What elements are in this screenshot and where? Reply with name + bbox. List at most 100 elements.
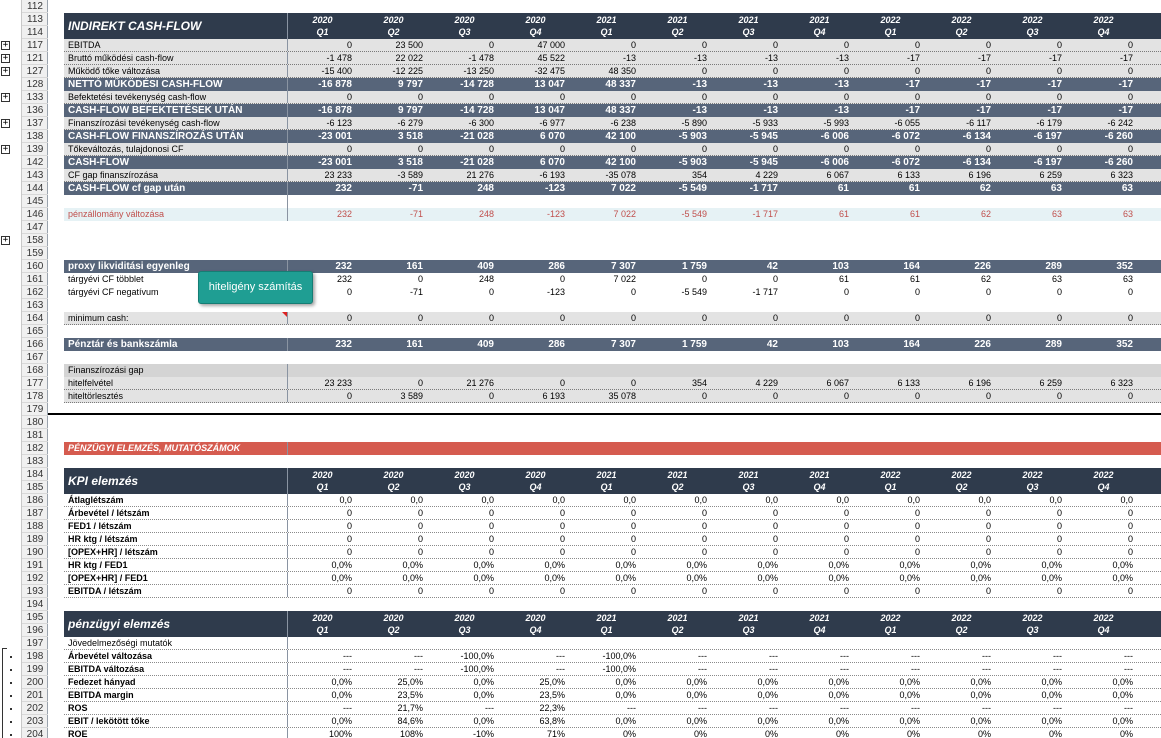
value-cell[interactable]: 0,0% xyxy=(855,676,920,688)
value-cell[interactable]: --- xyxy=(997,702,1062,714)
row-label[interactable]: [OPEX+HR] / létszám xyxy=(68,546,285,558)
value-cell[interactable]: -17 xyxy=(1068,78,1133,91)
value-cell[interactable]: 0,0% xyxy=(997,559,1062,571)
row-label[interactable]: EBITDA / létszám xyxy=(68,585,285,597)
row-header[interactable]: 162 xyxy=(22,286,48,299)
value-cell[interactable]: 0,0% xyxy=(429,715,494,727)
row-label[interactable]: Finanszírozási tevékenység cash-flow xyxy=(68,117,285,129)
value-cell[interactable]: 0,0 xyxy=(571,494,636,506)
row-header[interactable]: 159 xyxy=(22,247,48,260)
value-cell[interactable]: 352 xyxy=(1068,338,1133,351)
value-cell[interactable]: -5 945 xyxy=(713,156,778,169)
value-cell[interactable]: 0 xyxy=(713,507,778,519)
value-cell[interactable]: 0,0% xyxy=(642,715,707,727)
value-cell[interactable]: -6 279 xyxy=(358,117,423,129)
value-cell[interactable]: 0% xyxy=(1068,728,1133,738)
value-cell[interactable]: 0 xyxy=(855,390,920,402)
value-cell[interactable]: 22 022 xyxy=(358,52,423,64)
value-cell[interactable]: 6 133 xyxy=(855,377,920,389)
value-cell[interactable]: -13 xyxy=(784,52,849,64)
row-header[interactable]: 177 xyxy=(22,377,48,390)
value-cell[interactable]: 0,0 xyxy=(926,494,991,506)
row-header[interactable]: 142 xyxy=(22,156,48,169)
row-label[interactable] xyxy=(68,195,285,208)
value-cell[interactable]: 6 070 xyxy=(500,156,565,169)
row-header[interactable]: 136 xyxy=(22,104,48,117)
value-cell[interactable]: -6 193 xyxy=(500,169,565,181)
value-cell[interactable]: 61 xyxy=(855,208,920,221)
row-header[interactable]: 196 xyxy=(22,624,48,637)
value-cell[interactable]: 3 589 xyxy=(358,390,423,402)
value-cell[interactable]: 0 xyxy=(500,533,565,545)
row-header[interactable]: 144 xyxy=(22,182,48,195)
value-cell[interactable]: 248 xyxy=(429,182,494,195)
outline-expand-button[interactable]: + xyxy=(1,67,10,76)
value-cell[interactable]: 0 xyxy=(713,585,778,597)
value-cell[interactable]: -13 xyxy=(784,78,849,91)
value-cell[interactable]: 164 xyxy=(855,260,920,273)
value-cell[interactable]: 0,0% xyxy=(642,559,707,571)
row-header[interactable]: 168 xyxy=(22,364,48,377)
value-cell[interactable]: -123 xyxy=(500,286,565,299)
value-cell[interactable]: 0 xyxy=(926,546,991,558)
value-cell[interactable]: 62 xyxy=(926,273,991,286)
value-cell[interactable]: 63 xyxy=(997,273,1062,286)
value-cell[interactable]: --- xyxy=(855,663,920,675)
value-cell[interactable]: 0 xyxy=(571,143,636,155)
value-cell[interactable]: 7 307 xyxy=(571,260,636,273)
row-header[interactable]: 203 xyxy=(22,715,48,728)
value-cell[interactable]: 0 xyxy=(287,520,352,532)
row-header[interactable]: 146 xyxy=(22,208,48,221)
row-header[interactable]: 147 xyxy=(22,221,48,234)
value-cell[interactable]: 0,0 xyxy=(429,494,494,506)
value-cell[interactable]: 100% xyxy=(287,728,352,738)
value-cell[interactable]: -5 945 xyxy=(713,130,778,143)
value-cell[interactable]: --- xyxy=(287,650,352,662)
value-cell[interactable]: -17 xyxy=(997,78,1062,91)
value-cell[interactable]: 7 022 xyxy=(571,208,636,221)
value-cell[interactable]: 0,0% xyxy=(429,572,494,584)
value-cell[interactable]: 42 100 xyxy=(571,156,636,169)
value-cell[interactable]: 0 xyxy=(1068,390,1133,402)
value-cell[interactable]: 0,0 xyxy=(642,494,707,506)
value-cell[interactable]: 0 xyxy=(571,377,636,389)
value-cell[interactable]: 6 133 xyxy=(855,169,920,181)
row-label[interactable]: pénzügyi elemzés xyxy=(68,611,285,637)
value-cell[interactable]: -71 xyxy=(358,286,423,299)
value-cell[interactable]: 226 xyxy=(926,338,991,351)
outline-expand-button[interactable]: + xyxy=(1,41,10,50)
value-cell[interactable]: 0 xyxy=(997,390,1062,402)
value-cell[interactable]: 0 xyxy=(1068,65,1133,77)
value-cell[interactable]: 0% xyxy=(926,728,991,738)
value-cell[interactable]: -5 890 xyxy=(642,117,707,129)
row-label[interactable]: [OPEX+HR] / FED1 xyxy=(68,572,285,584)
value-cell[interactable]: 103 xyxy=(784,338,849,351)
row-label[interactable]: hiteltörlesztés xyxy=(68,390,285,402)
outline-expand-button[interactable]: + xyxy=(1,54,10,63)
value-cell[interactable]: -6 260 xyxy=(1068,130,1133,143)
value-cell[interactable]: 0 xyxy=(926,312,991,324)
value-cell[interactable]: -23 001 xyxy=(287,156,352,169)
value-cell[interactable]: 7 307 xyxy=(571,338,636,351)
value-cell[interactable]: 0 xyxy=(926,585,991,597)
value-cell[interactable]: 0,0% xyxy=(571,676,636,688)
value-cell[interactable]: 1 759 xyxy=(642,260,707,273)
value-cell[interactable]: 0 xyxy=(784,286,849,299)
value-cell[interactable]: 0,0% xyxy=(713,559,778,571)
value-cell[interactable]: 23,5% xyxy=(358,689,423,701)
value-cell[interactable]: --- xyxy=(429,702,494,714)
value-cell[interactable]: 0 xyxy=(784,533,849,545)
value-cell[interactable]: 0% xyxy=(713,728,778,738)
value-cell[interactable]: 0 xyxy=(571,507,636,519)
row-header[interactable]: 197 xyxy=(22,637,48,650)
value-cell[interactable]: 0 xyxy=(571,312,636,324)
value-cell[interactable]: --- xyxy=(997,663,1062,675)
value-cell[interactable]: 0,0% xyxy=(642,572,707,584)
value-cell[interactable]: 0,0% xyxy=(997,676,1062,688)
value-cell[interactable]: 0,0% xyxy=(429,559,494,571)
value-cell[interactable]: 6 070 xyxy=(500,130,565,143)
value-cell[interactable]: 0 xyxy=(926,65,991,77)
value-cell[interactable]: -6 134 xyxy=(926,130,991,143)
value-cell[interactable]: 0 xyxy=(997,533,1062,545)
value-cell[interactable]: 0 xyxy=(358,546,423,558)
